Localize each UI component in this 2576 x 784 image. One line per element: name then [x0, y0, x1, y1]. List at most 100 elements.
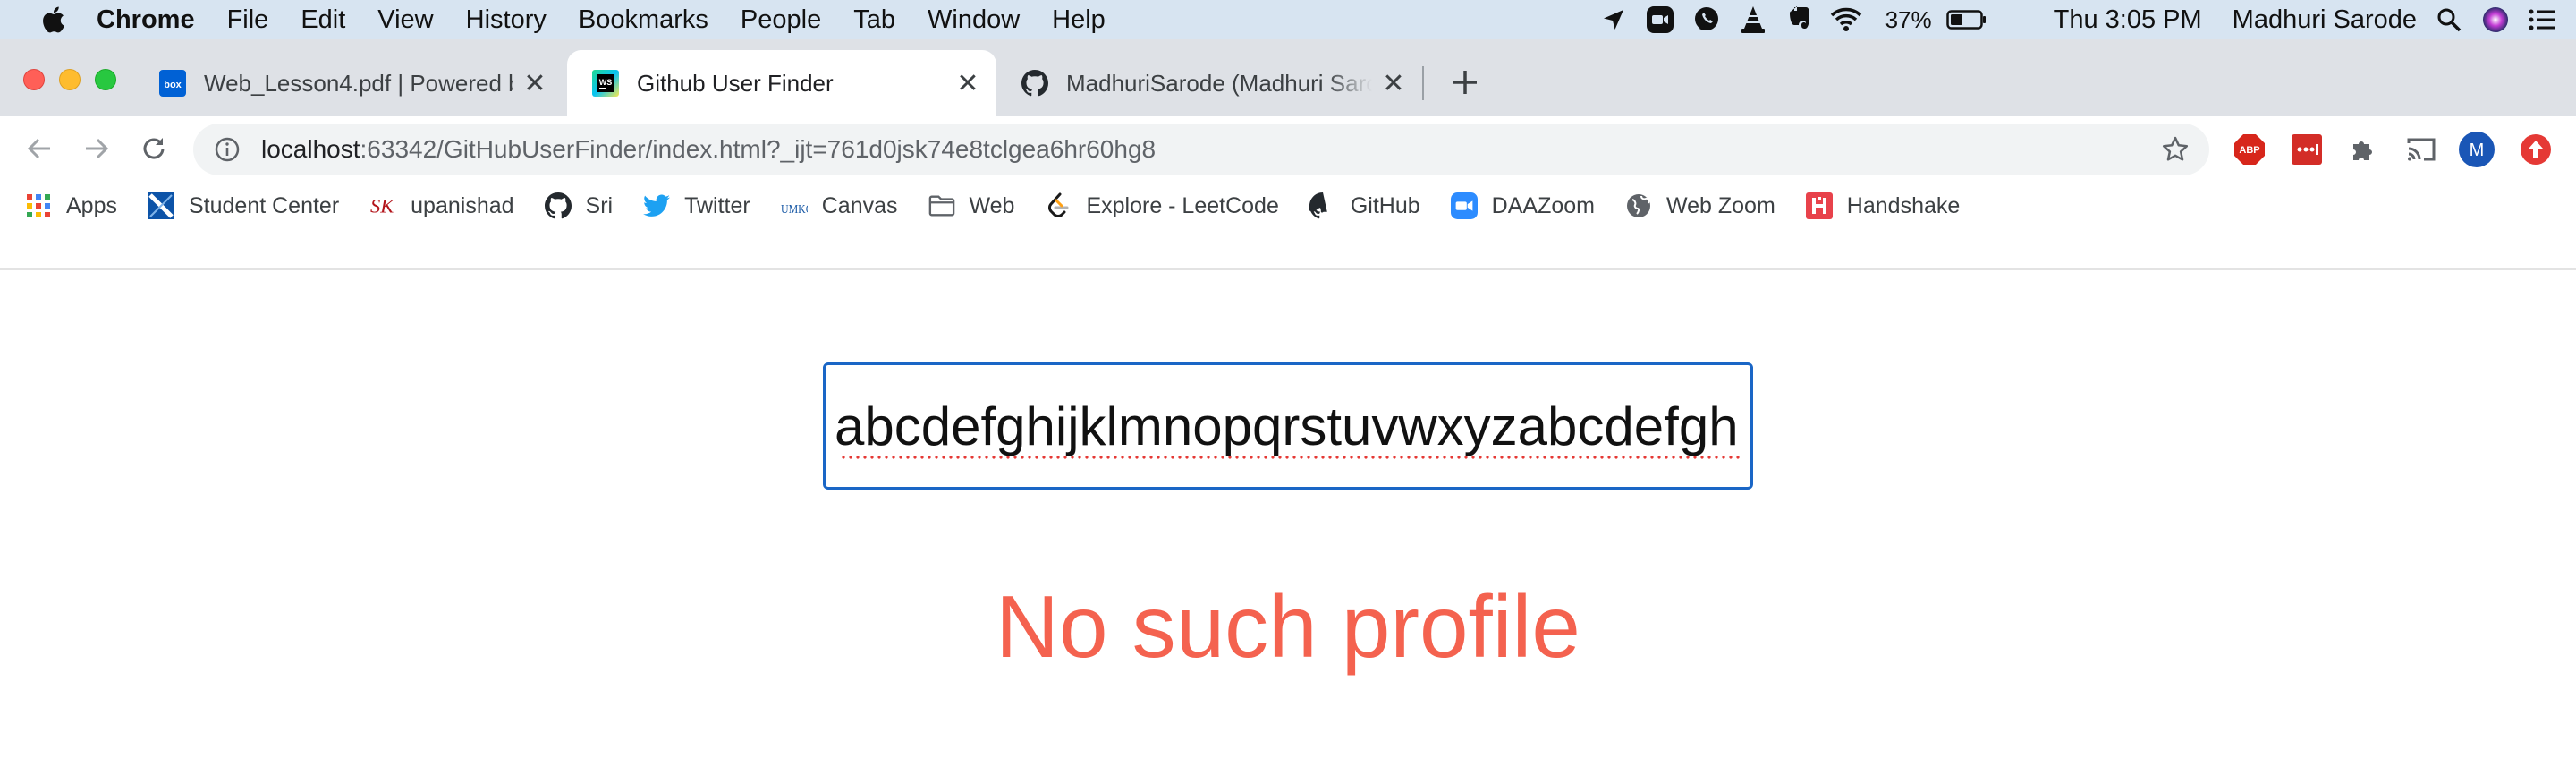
new-tab-button[interactable]	[1447, 64, 1483, 100]
vlc-icon[interactable]	[1733, 0, 1773, 39]
folder-icon	[928, 192, 955, 219]
cast-icon[interactable]	[2402, 131, 2440, 168]
bookmark-github[interactable]: GitHub	[1309, 192, 1420, 219]
forward-button[interactable]	[77, 129, 116, 168]
address-bar[interactable]: localhost:63342/GitHubUserFinder/index.h…	[193, 124, 2209, 175]
username-search-input[interactable]	[826, 365, 1750, 487]
menu-help[interactable]: Help	[1052, 5, 1106, 35]
spotlight-search-icon[interactable]	[2429, 0, 2469, 39]
fullscreen-window-button[interactable]	[95, 69, 116, 90]
bookmark-label: Handshake	[1846, 192, 1961, 218]
user-name[interactable]: Madhuri Sarode	[2233, 5, 2417, 35]
extensions-puzzle-icon[interactable]	[2345, 131, 2383, 168]
url-path: :63342/GitHubUserFinder/index.html?_ijt=…	[360, 135, 1157, 163]
menu-app-name[interactable]: Chrome	[97, 5, 195, 35]
close-tab-icon[interactable]: ✕	[953, 69, 982, 98]
viber-icon[interactable]	[1687, 0, 1726, 39]
bookmark-label: DAAZoom	[1491, 192, 1595, 218]
menu-people[interactable]: People	[741, 5, 821, 35]
bookmark-label: Web Zoom	[1665, 192, 1775, 218]
tab-web-lesson4[interactable]: box Web_Lesson4.pdf | Powered by Box ✕	[134, 50, 564, 116]
menu-bookmarks[interactable]: Bookmarks	[579, 5, 708, 35]
tab-github-user-finder[interactable]: WS Github User Finder ✕	[567, 50, 996, 116]
adblock-plus-icon[interactable]: ABP	[2231, 131, 2268, 168]
bookmark-web-zoom[interactable]: Web Zoom	[1625, 192, 1775, 219]
menu-history[interactable]: History	[466, 5, 547, 35]
close-tab-icon[interactable]: ✕	[1379, 69, 1408, 98]
bookmark-twitter[interactable]: Twitter	[643, 192, 750, 219]
chrome-update-icon[interactable]	[2517, 131, 2555, 168]
close-window-button[interactable]	[23, 69, 45, 90]
bookmark-star-icon[interactable]	[2159, 133, 2191, 166]
sk-icon: SK	[369, 192, 396, 219]
menu-edit[interactable]: Edit	[301, 5, 345, 35]
bookmark-label: Canvas	[821, 192, 898, 218]
reload-button[interactable]	[134, 129, 174, 168]
svg-text:WS: WS	[599, 78, 613, 87]
apple-icon[interactable]	[32, 0, 73, 39]
lastpass-icon[interactable]	[2288, 131, 2326, 168]
wifi-icon[interactable]	[1826, 0, 1866, 39]
apps-grid-icon	[25, 192, 52, 219]
bookmark-upanishad[interactable]: SK upanishad	[369, 192, 513, 219]
bookmark-student-center[interactable]: Student Center	[147, 192, 340, 219]
zoom-status-icon[interactable]	[1640, 0, 1680, 39]
bookmark-leetcode[interactable]: Explore - LeetCode	[1045, 192, 1279, 219]
minimize-window-button[interactable]	[59, 69, 80, 90]
menu-file[interactable]: File	[227, 5, 269, 35]
twitter-icon	[643, 192, 671, 219]
bookmark-folder-web[interactable]: Web	[928, 192, 1015, 219]
menu-tab[interactable]: Tab	[853, 5, 895, 35]
search-box[interactable]	[823, 362, 1753, 490]
bookmark-label: Web	[969, 192, 1015, 218]
leetcode-icon	[1045, 192, 1072, 219]
spellcheck-underline	[840, 455, 1740, 460]
globe-icon	[1625, 192, 1652, 219]
avatar-letter: M	[2470, 141, 2485, 160]
box-icon: box	[159, 70, 186, 97]
macos-menu-bar: Chrome File Edit View History Bookmarks …	[0, 0, 2576, 39]
battery-icon[interactable]	[1945, 0, 1989, 39]
menu-window[interactable]: Window	[928, 5, 1020, 35]
page-divider	[0, 268, 2576, 270]
no-profile-message: No such profile	[996, 577, 1580, 676]
evernote-icon[interactable]	[1780, 0, 1819, 39]
status-area: 37% Thu 3:05 PM Madhuri Sarode	[1594, 0, 2576, 39]
bookmark-label: GitHub	[1350, 192, 1420, 218]
profile-avatar[interactable]: M	[2458, 131, 2496, 168]
github-icon	[544, 192, 572, 219]
bookmark-label: Sri	[585, 192, 614, 218]
abp-label: ABP	[2239, 145, 2259, 156]
zoom-icon	[1450, 192, 1478, 219]
svg-text:SK: SK	[370, 195, 394, 217]
bookmark-canvas[interactable]: UMKC Canvas	[781, 192, 898, 219]
svg-text:UMKC: UMKC	[781, 202, 808, 216]
bookmark-daazoom[interactable]: DAAZoom	[1450, 192, 1595, 219]
github-icon	[1021, 70, 1048, 97]
tab-title: MadhuriSarode (Madhuri Sarode)	[1066, 69, 1372, 97]
back-button[interactable]	[20, 129, 59, 168]
bookmarks-bar: Apps Student Center SK upanishad Sri Twi…	[0, 183, 2576, 229]
tab-title: Github User Finder	[637, 69, 834, 97]
tab-github-profile[interactable]: MadhuriSarode (Madhuri Sarode) ✕	[996, 50, 1422, 116]
menu-view[interactable]: View	[377, 5, 433, 35]
bookmark-sri[interactable]: Sri	[544, 192, 614, 219]
notification-center-icon[interactable]	[2522, 0, 2562, 39]
bookmark-apps[interactable]: Apps	[25, 192, 117, 219]
umkc-icon: UMKC	[781, 192, 808, 219]
clock[interactable]: Thu 3:05 PM	[2054, 5, 2202, 35]
tab-title: Web_Lesson4.pdf | Powered by Box	[204, 69, 513, 97]
student-center-icon	[147, 192, 174, 219]
bookmark-label: Student Center	[188, 192, 340, 218]
siri-icon[interactable]	[2476, 0, 2515, 39]
bookmark-handshake[interactable]: Handshake	[1805, 192, 1961, 219]
close-tab-icon[interactable]: ✕	[521, 69, 549, 98]
bookmark-label: upanishad	[411, 192, 514, 218]
site-info-icon[interactable]	[211, 133, 243, 166]
battery-percent: 37%	[1885, 5, 1932, 33]
url-text[interactable]: localhost:63342/GitHubUserFinder/index.h…	[261, 135, 1156, 164]
bookmark-label: Twitter	[684, 192, 750, 218]
bookmark-label: Apps	[66, 192, 117, 218]
location-arrow-icon[interactable]	[1594, 0, 1633, 39]
url-host: localhost	[261, 135, 360, 163]
